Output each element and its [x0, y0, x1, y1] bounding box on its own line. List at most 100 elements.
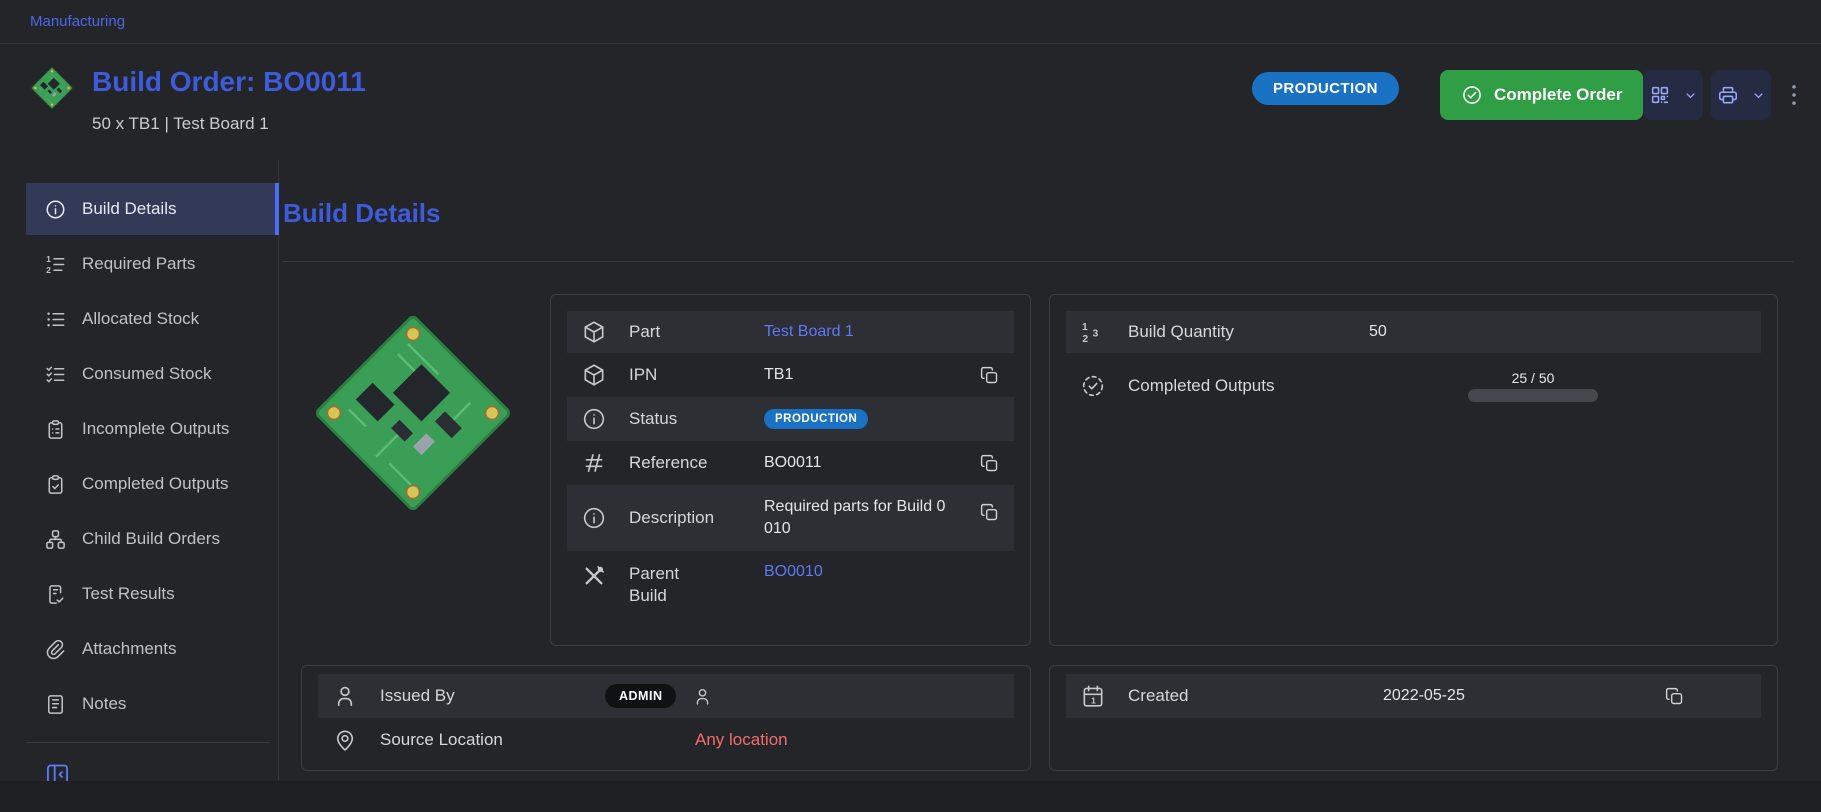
detail-label: Reference [629, 452, 764, 474]
build-order-page: Manufacturing Build Order: BO0011 50 x T… [0, 0, 1821, 812]
detail-row-part: Part Test Board 1 [567, 311, 1014, 353]
print-actions-button[interactable] [1711, 70, 1771, 120]
footer-band [0, 781, 1821, 812]
status-badge: PRODUCTION [1252, 72, 1399, 105]
barcode-actions-button[interactable] [1643, 70, 1703, 120]
copy-button[interactable] [979, 502, 1000, 523]
sidebar-item-label: Allocated Stock [82, 309, 199, 329]
sidebar-item-label: Required Parts [82, 254, 195, 274]
detail-label: Part [629, 321, 764, 343]
sidebar-item-completed-outputs[interactable]: Completed Outputs [26, 458, 278, 510]
sidebar-item-label: Consumed Stock [82, 364, 211, 384]
clipboard-list-icon [44, 418, 67, 441]
clipboard-check-icon [44, 473, 67, 496]
panel-heading: Build Details [283, 198, 440, 229]
page-header: Build Order: BO0011 50 x TB1 | Test Boar… [0, 44, 1821, 160]
user-icon [332, 683, 358, 709]
sidebar: Build Details Required Parts Allocated S… [0, 160, 279, 780]
status-badge: PRODUCTION [764, 409, 868, 429]
copy-button[interactable] [1664, 686, 1685, 707]
issued-by-card: Issued By ADMIN Source Location Any loca… [301, 665, 1031, 771]
sidebar-item-notes[interactable]: Notes [26, 678, 278, 730]
sidebar-item-child-build-orders[interactable]: Child Build Orders [26, 513, 278, 565]
detail-row-created: Created 2022-05-25 [1066, 674, 1761, 718]
detail-label: Status [629, 408, 764, 430]
sidebar-item-attachments[interactable]: Attachments [26, 623, 278, 675]
user-icon [692, 686, 713, 707]
chevron-down-icon [1751, 88, 1766, 103]
circle-check-icon [1461, 84, 1483, 106]
created-date-value: 2022-05-25 [1383, 687, 1465, 705]
detail-row-description: Description Required parts for Build 001… [567, 485, 1014, 551]
notes-icon [44, 693, 67, 716]
list-icon [44, 308, 67, 331]
detail-row-parent-build: Parent Build BO0010 [567, 551, 1014, 629]
box-icon [581, 319, 607, 345]
detail-label: IPN [629, 364, 764, 386]
sidebar-item-label: Incomplete Outputs [82, 419, 229, 439]
sidebar-item-label: Notes [82, 694, 126, 714]
detail-row-ipn: IPN TB1 [567, 353, 1014, 397]
detail-label: Source Location [380, 729, 605, 751]
sidebar-item-incomplete-outputs[interactable]: Incomplete Outputs [26, 403, 278, 455]
sidebar-item-label: Build Details [82, 199, 177, 219]
detail-label: Completed Outputs [1128, 375, 1353, 397]
sidebar-item-consumed-stock[interactable]: Consumed Stock [26, 348, 278, 400]
copy-button[interactable] [979, 365, 1000, 386]
sidebar-item-allocated-stock[interactable]: Allocated Stock [26, 293, 278, 345]
heading-divider [283, 261, 1793, 262]
detail-label: Description [629, 507, 764, 529]
detail-row-status: Status PRODUCTION [567, 397, 1014, 441]
sidebar-item-test-results[interactable]: Test Results [26, 568, 278, 620]
detail-label: Build Quantity [1128, 321, 1353, 343]
reference-value: BO0011 [764, 454, 822, 472]
progress-check-icon [1080, 373, 1106, 399]
list-check-icon [44, 363, 67, 386]
sidebar-item-label: Test Results [82, 584, 175, 604]
printer-icon [1717, 84, 1739, 106]
description-value: Required parts for Build 0010 [764, 496, 949, 541]
complete-order-button[interactable]: Complete Order [1440, 70, 1643, 120]
calendar-icon [1080, 683, 1106, 709]
parent-build-link[interactable]: BO0010 [764, 563, 823, 581]
sitemap-icon [44, 528, 67, 551]
source-location-value: Any location [605, 730, 788, 750]
progress-label: 25 / 50 [1512, 370, 1555, 386]
part-thumbnail-image [27, 63, 77, 113]
sidebar-item-build-details[interactable]: Build Details [26, 183, 278, 235]
detail-row-reference: Reference BO0011 [567, 441, 1014, 485]
tools-icon [581, 563, 607, 589]
breadcrumb-link-manufacturing[interactable]: Manufacturing [30, 13, 125, 30]
detail-row-build-quantity: Build Quantity 50 [1066, 311, 1761, 353]
completed-outputs-progress: 25 / 50 [1468, 370, 1598, 402]
sidebar-item-label: Child Build Orders [82, 529, 220, 549]
map-pin-icon [332, 727, 358, 753]
more-actions-button[interactable] [1776, 77, 1812, 113]
build-quantity-value: 50 [1369, 323, 1387, 341]
created-card: Created 2022-05-25 [1049, 665, 1778, 771]
info-circle-icon [581, 505, 607, 531]
hash-icon [581, 450, 607, 476]
dots-vertical-icon [1780, 81, 1808, 109]
build-quantity-card: Build Quantity 50 Completed Outputs 25 /… [1049, 294, 1778, 646]
sidebar-item-required-parts[interactable]: Required Parts [26, 238, 278, 290]
box-icon [581, 362, 607, 388]
paperclip-icon [44, 638, 67, 661]
info-circle-icon [44, 198, 67, 221]
issued-by-badge: ADMIN [605, 684, 676, 708]
list-numbers-icon [44, 253, 67, 276]
ipn-value: TB1 [764, 366, 793, 384]
detail-row-completed-outputs: Completed Outputs 25 / 50 [1066, 353, 1761, 419]
part-link[interactable]: Test Board 1 [764, 323, 854, 341]
sidebar-item-label: Completed Outputs [82, 474, 228, 494]
part-image [294, 294, 532, 532]
chevron-down-icon [1683, 88, 1698, 103]
detail-label: Issued By [380, 685, 605, 707]
build-details-card: Part Test Board 1 IPN TB1 Status PRODUCT… [550, 294, 1031, 646]
copy-button[interactable] [979, 453, 1000, 474]
breadcrumb: Manufacturing [0, 0, 1821, 44]
file-check-icon [44, 583, 67, 606]
page-title: Build Order: BO0011 [92, 66, 366, 98]
detail-label: Parent Build [629, 563, 764, 607]
numbers-123-icon [1080, 319, 1106, 345]
